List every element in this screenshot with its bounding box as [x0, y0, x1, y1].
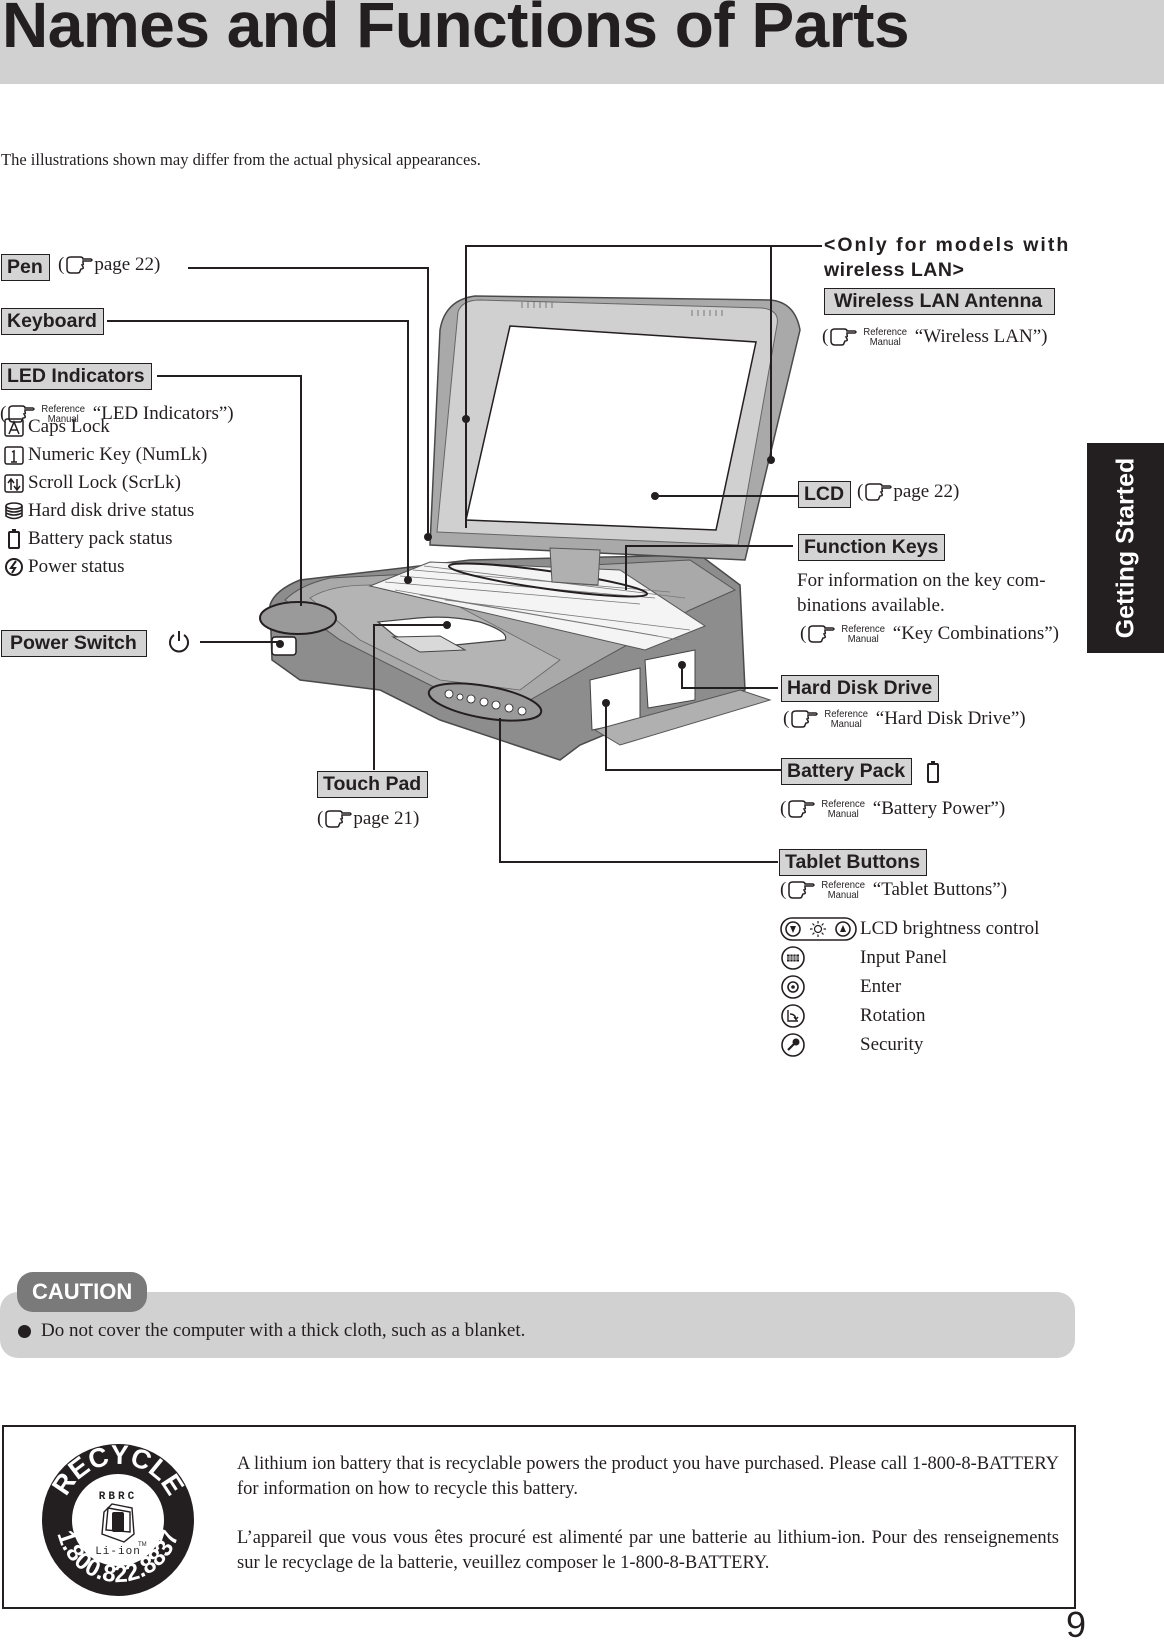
rbrc-recycle-logo: RECYCLE 1.800.822.8837 RBRC Li-ion TM	[42, 1442, 194, 1596]
intro-text: The illustrations shown may differ from …	[1, 150, 481, 169]
list-item: Caps Lock	[2, 413, 207, 441]
touch-pad-label: Touch Pad	[317, 771, 429, 798]
list-item: Security	[780, 1030, 1039, 1059]
lcd-reference[interactable]: ( page 22)	[857, 481, 959, 503]
caution-item: Do not cover the computer with a thick c…	[18, 1320, 525, 1342]
function-keys-label: Function Keys	[798, 534, 946, 561]
reference-manual-icon: Reference Manual	[863, 326, 908, 348]
section-tab-label: Getting Started	[1111, 457, 1139, 639]
power-icon	[166, 629, 192, 660]
tablet-button-list: LCD brightness control Input Panel Enter…	[780, 914, 1039, 1059]
list-item: Battery pack status	[2, 525, 207, 553]
brightness-control-icon	[780, 916, 860, 942]
led-indicator-list: Caps Lock Numeric Key (NumLk) Scroll Loc…	[2, 413, 207, 581]
tablet-buttons-reference[interactable]: ( Reference Manual “Tablet Buttons”)	[780, 879, 1007, 901]
section-tab[interactable]: Getting Started	[1087, 443, 1164, 653]
pen-ref-text: page 22)	[94, 254, 161, 275]
pointing-hand-icon	[66, 256, 94, 274]
pen-label: Pen	[1, 254, 50, 281]
recycle-text: A lithium ion battery that is recyclable…	[237, 1452, 1059, 1600]
list-item: Hard disk drive status	[2, 497, 207, 525]
lcd-label: LCD	[798, 481, 852, 508]
battery-pack-label: Battery Pack	[781, 758, 913, 785]
list-item: Scroll Lock (ScrLk)	[2, 469, 207, 497]
hard-disk-icon	[2, 499, 26, 523]
touch-pad-ref-text: page 21)	[353, 808, 420, 829]
caps-lock-icon	[2, 415, 26, 439]
function-keys-reference[interactable]: ( Reference Manual “Key Combinations”)	[800, 623, 1059, 645]
lcd-ref-text: page 22)	[893, 481, 960, 502]
rotation-icon	[780, 1003, 860, 1029]
wireless-reference[interactable]: ( Reference Manual “Wireless LAN”)	[822, 326, 1047, 348]
reference-manual-icon: Reference Manual	[821, 879, 866, 901]
reference-manual-icon: Reference Manual	[824, 708, 869, 730]
svg-text:RBRC: RBRC	[99, 1491, 137, 1503]
page-title: Names and Functions of Parts	[2, 0, 910, 61]
enter-icon	[780, 974, 860, 1000]
scroll-lock-icon	[2, 471, 26, 495]
list-item: Rotation	[780, 1001, 1039, 1030]
numlock-icon	[2, 443, 26, 467]
leader-dots	[404, 415, 775, 707]
caution-badge: CAUTION	[17, 1272, 148, 1312]
function-keys-ref-text: “Key Combinations”)	[892, 623, 1059, 644]
pointing-hand-icon	[830, 328, 858, 346]
function-keys-description: For information on the key com- bination…	[797, 570, 1046, 616]
input-panel-icon	[780, 945, 860, 971]
wireless-note: <Only for models with wireless LAN>	[824, 234, 1071, 281]
hard-disk-drive-label: Hard Disk Drive	[781, 675, 940, 702]
pointing-hand-icon	[865, 483, 893, 501]
svg-text:Li-ion: Li-ion	[95, 1546, 141, 1558]
leader-lines	[107, 245, 822, 863]
pointing-hand-icon	[808, 625, 836, 643]
laptop-base	[259, 554, 772, 761]
battery-ref-text: “Battery Power”)	[872, 798, 1006, 819]
led-indicators-label: LED Indicators	[1, 363, 152, 390]
page-number: 9	[1066, 1604, 1087, 1645]
list-item: Enter	[780, 972, 1039, 1001]
hard-disk-drive-reference[interactable]: ( Reference Manual “Hard Disk Drive”)	[783, 708, 1026, 730]
battery-icon	[926, 760, 940, 789]
laptop-display	[429, 295, 801, 586]
reference-manual-icon: Reference Manual	[841, 623, 886, 645]
bullet-icon	[18, 1324, 31, 1338]
wireless-lan-antenna-label: Wireless LAN Antenna	[824, 288, 1056, 315]
pointing-hand-icon	[325, 810, 353, 828]
recycle-text-en: A lithium ion battery that is recyclable…	[237, 1454, 1060, 1499]
list-item: Power status	[2, 553, 207, 581]
security-icon	[780, 1032, 860, 1058]
hdd-ref-text: “Hard Disk Drive”)	[875, 708, 1026, 729]
reference-manual-icon: Reference Manual	[821, 798, 866, 820]
tablet-buttons-label: Tablet Buttons	[779, 849, 928, 876]
wireless-ref-text: “Wireless LAN”)	[914, 326, 1048, 347]
list-item: Input Panel	[780, 943, 1039, 972]
battery-pack-reference[interactable]: ( Reference Manual “Battery Power”)	[780, 798, 1005, 820]
pen-reference[interactable]: ( page 22)	[58, 254, 160, 276]
pointing-hand-icon	[788, 800, 816, 818]
list-item: Numeric Key (NumLk)	[2, 441, 207, 469]
touch-pad-reference[interactable]: ( page 21)	[317, 808, 419, 830]
pointing-hand-icon	[788, 881, 816, 899]
tablet-ref-text: “Tablet Buttons”)	[872, 879, 1008, 900]
battery-icon	[2, 527, 26, 551]
power-status-icon	[2, 555, 26, 579]
power-switch-label: Power Switch	[1, 630, 147, 657]
list-item: LCD brightness control	[780, 914, 1039, 943]
svg-text:TM: TM	[138, 1542, 147, 1548]
recycle-text-fr: L’appareil que vous vous êtes procuré es…	[237, 1528, 1059, 1573]
pointing-hand-icon	[791, 710, 819, 728]
keyboard-label: Keyboard	[1, 308, 104, 335]
